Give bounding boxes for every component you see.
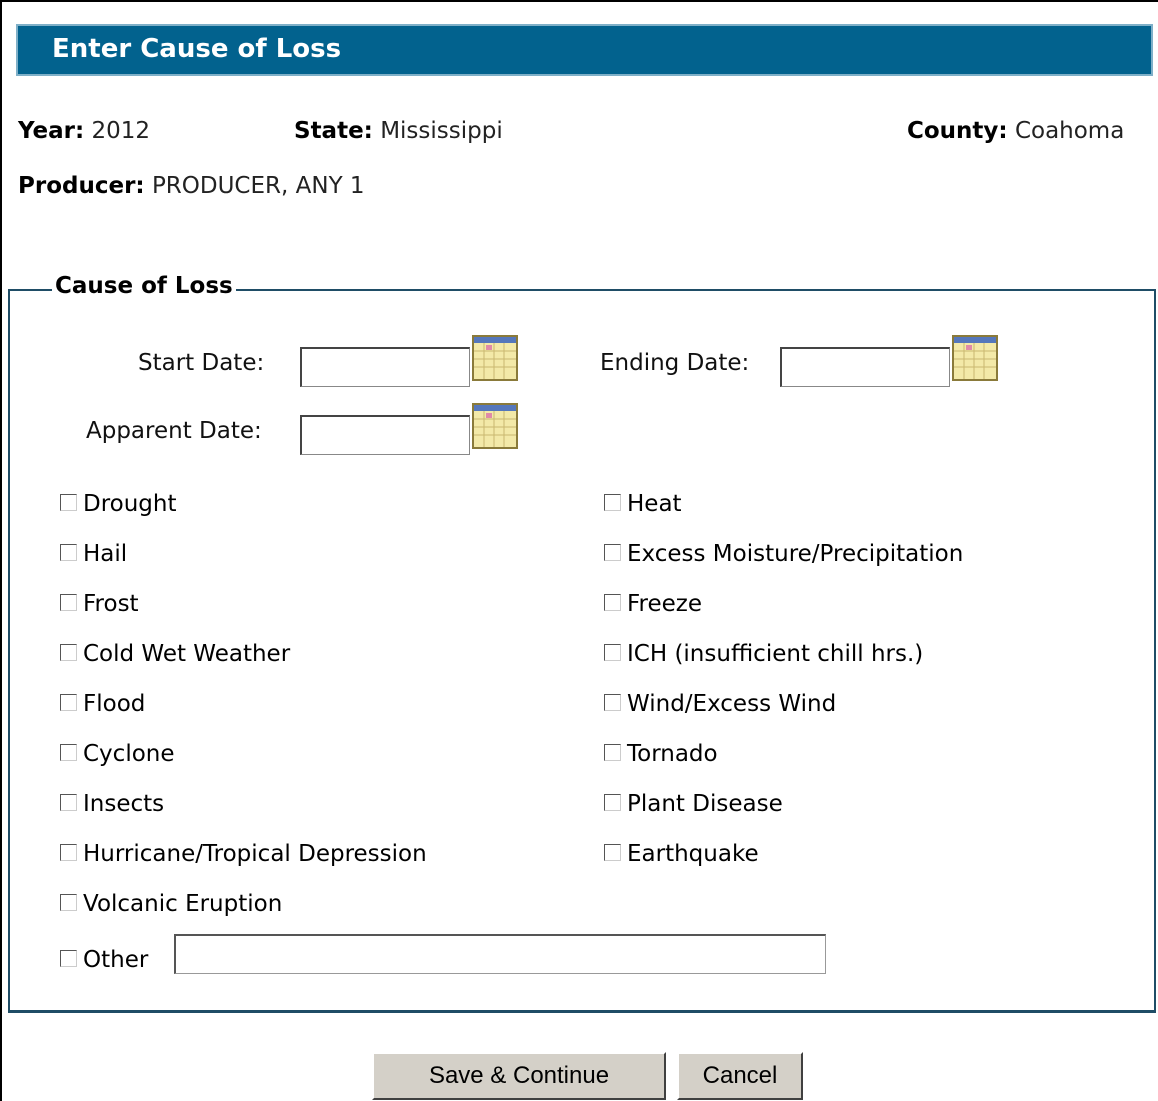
cause-wind[interactable]: Wind/Excess Wind xyxy=(604,687,836,721)
cause-label: Hail xyxy=(83,541,128,567)
checkbox[interactable] xyxy=(60,893,77,911)
county-value: Coahoma xyxy=(1014,118,1125,144)
cause-flood[interactable]: Flood xyxy=(60,687,145,721)
cause-label: Earthquake xyxy=(627,841,759,867)
cause-earthquake[interactable]: Earthquake xyxy=(604,837,759,871)
checkbox[interactable] xyxy=(604,543,621,561)
cause-plant-disease[interactable]: Plant Disease xyxy=(604,787,783,821)
calendar-icon[interactable] xyxy=(951,334,999,382)
cause-freeze[interactable]: Freeze xyxy=(604,587,702,621)
cause-cold-wet-weather[interactable]: Cold Wet Weather xyxy=(60,637,290,671)
checkbox[interactable] xyxy=(60,793,77,811)
cause-label: Frost xyxy=(83,591,139,617)
cause-label: Flood xyxy=(83,691,146,717)
checkbox[interactable] xyxy=(604,593,621,611)
apparent-date-input[interactable] xyxy=(300,415,470,455)
checkbox[interactable] xyxy=(60,493,77,511)
checkbox[interactable] xyxy=(60,743,77,761)
state-info: State: Mississippi xyxy=(294,118,503,144)
fieldset-legend: Cause of Loss xyxy=(52,273,236,299)
checkbox[interactable] xyxy=(604,493,621,511)
year-info: Year: 2012 xyxy=(18,118,150,144)
cause-label: Heat xyxy=(627,491,682,517)
cause-label: Drought xyxy=(83,491,177,517)
cancel-button[interactable]: Cancel xyxy=(677,1052,803,1100)
state-value: Mississippi xyxy=(380,118,503,144)
ending-date-input[interactable] xyxy=(780,347,950,387)
checkbox[interactable] xyxy=(60,593,77,611)
cause-label: Cyclone xyxy=(83,741,175,767)
cause-label: Freeze xyxy=(627,591,703,617)
cause-other[interactable]: Other xyxy=(60,943,148,977)
cause-label: Plant Disease xyxy=(627,791,783,817)
producer-label: Producer: xyxy=(18,173,145,199)
cause-label: Excess Moisture/Precipitation xyxy=(627,541,964,567)
cause-hail[interactable]: Hail xyxy=(60,537,127,571)
cause-hurricane[interactable]: Hurricane/Tropical Depression xyxy=(60,837,427,871)
cause-volcanic-eruption[interactable]: Volcanic Eruption xyxy=(60,887,282,921)
cause-cyclone[interactable]: Cyclone xyxy=(60,737,175,771)
cause-label: Volcanic Eruption xyxy=(83,891,283,917)
cause-heat[interactable]: Heat xyxy=(604,487,682,521)
calendar-icon[interactable] xyxy=(471,334,519,382)
county-label: County: xyxy=(907,118,1008,144)
checkbox[interactable] xyxy=(60,949,77,967)
checkbox[interactable] xyxy=(60,643,77,661)
cause-drought[interactable]: Drought xyxy=(60,487,177,521)
cause-insects[interactable]: Insects xyxy=(60,787,164,821)
cause-label: Cold Wet Weather xyxy=(83,641,291,667)
checkbox[interactable] xyxy=(604,843,621,861)
save-continue-button[interactable]: Save & Continue xyxy=(372,1052,666,1100)
cause-label: Other xyxy=(83,947,149,973)
producer-info: Producer: PRODUCER, ANY 1 xyxy=(18,173,365,199)
cause-label: Tornado xyxy=(627,741,718,767)
checkbox[interactable] xyxy=(604,643,621,661)
year-label: Year: xyxy=(18,118,85,144)
cause-label: Insects xyxy=(83,791,165,817)
start-date-label: Start Date: xyxy=(138,350,265,376)
checkbox[interactable] xyxy=(604,743,621,761)
cause-tornado[interactable]: Tornado xyxy=(604,737,718,771)
checkbox[interactable] xyxy=(60,693,77,711)
cause-label: Hurricane/Tropical Depression xyxy=(83,841,427,867)
start-date-input[interactable] xyxy=(300,347,470,387)
apparent-date-label: Apparent Date: xyxy=(86,418,262,444)
cause-label: Wind/Excess Wind xyxy=(627,691,837,717)
year-value: 2012 xyxy=(91,118,151,144)
page-title: Enter Cause of Loss xyxy=(52,34,342,64)
state-label: State: xyxy=(294,118,373,144)
calendar-icon[interactable] xyxy=(471,402,519,450)
title-bar: Enter Cause of Loss xyxy=(16,24,1153,76)
cause-excess-moisture[interactable]: Excess Moisture/Precipitation xyxy=(604,537,963,571)
checkbox[interactable] xyxy=(604,693,621,711)
ending-date-label: Ending Date: xyxy=(600,350,750,376)
cause-ich[interactable]: ICH (insufficient chill hrs.) xyxy=(604,637,923,671)
cause-label: ICH (insufficient chill hrs.) xyxy=(627,641,924,667)
county-info: County: Coahoma xyxy=(907,118,1124,144)
producer-value: PRODUCER, ANY 1 xyxy=(151,173,365,199)
checkbox[interactable] xyxy=(604,793,621,811)
checkbox[interactable] xyxy=(60,543,77,561)
other-cause-input[interactable] xyxy=(174,934,826,974)
checkbox[interactable] xyxy=(60,843,77,861)
cause-frost[interactable]: Frost xyxy=(60,587,139,621)
